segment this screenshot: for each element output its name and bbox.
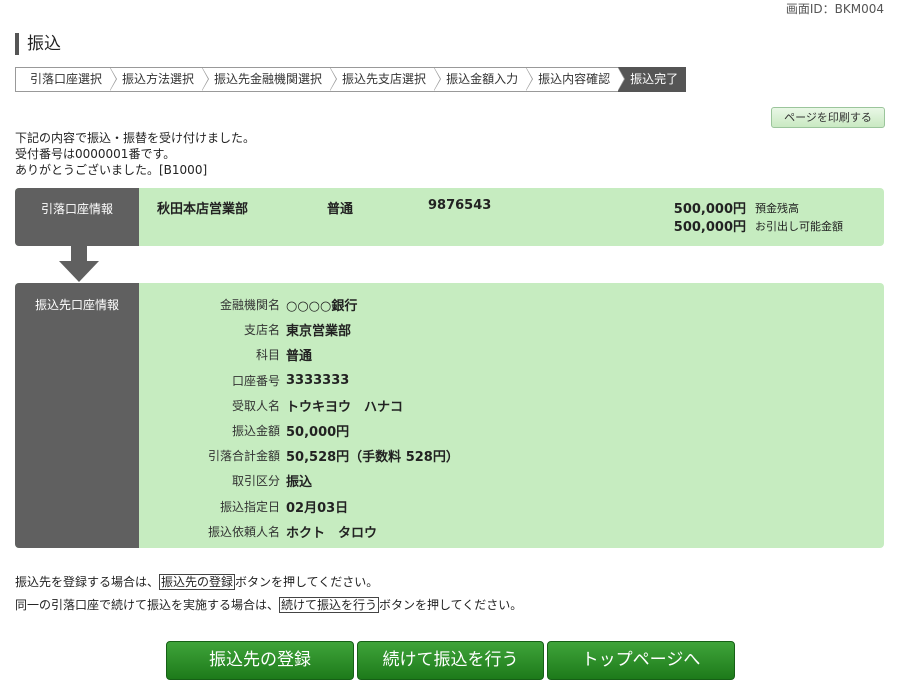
detail-row: 口座番号 3333333 [139, 368, 459, 393]
screen-id: 画面ID：BKM004 [785, 2, 884, 16]
message-line-2: 受付番号は0000001番です。 [15, 147, 176, 161]
source-balance: 500,000円 [673, 202, 746, 217]
detail-value: 02月03日 [286, 500, 349, 516]
detail-label: 支店名 [243, 323, 280, 338]
detail-row: 取引区分 振込 [139, 468, 459, 493]
detail-value: 3333333 [286, 372, 350, 388]
step-1: 引落口座選択 [15, 67, 118, 92]
dest-details: 金融機関名 ○○○○銀行 支店名 東京営業部 科目 普通 口座番号 3333333 受取… [139, 292, 459, 544]
step-7-current: 振込完了 [618, 67, 687, 92]
step-2: 振込方法選択 [110, 67, 210, 92]
top-page-button[interactable]: トップページへ [547, 641, 735, 680]
detail-row: 引落合計金額 50,528円（手数料 528円） [139, 443, 459, 468]
register-instruction: 振込先を登録する場合は、 振込先の登録 ボタンを押してください。 [15, 573, 378, 591]
source-account-panel: 引落口座情報 秋田本店営業部 普通 9876543 500,000円 預金残高 … [15, 188, 884, 246]
down-arrow-icon [59, 246, 99, 282]
detail-row: 支店名 東京営業部 [139, 317, 459, 342]
detail-label: 取引区分 [231, 474, 280, 489]
print-page-button[interactable]: ページを印刷する [771, 107, 885, 128]
register-instruction-post: ボタンを押してください。 [235, 575, 379, 589]
detail-row: 振込依頼人名 ホクト タロウ [139, 519, 459, 544]
detail-value: 東京営業部 [286, 324, 352, 340]
source-balance-label: 預金残高 [755, 202, 799, 215]
detail-row: 科目 普通 [139, 342, 459, 367]
detail-value: ホクト タロウ [286, 525, 378, 541]
detail-value: 50,528円（手数料 528円） [286, 450, 459, 466]
continue-instruction-post: ボタンを押してください。 [379, 598, 523, 612]
detail-label: 振込指定日 [219, 499, 280, 514]
detail-label: 引落合計金額 [207, 449, 280, 464]
detail-label: 金融機関名 [219, 298, 280, 313]
detail-row: 金融機関名 ○○○○銀行 [139, 292, 459, 317]
detail-row: 振込指定日 02月03日 [139, 494, 459, 519]
page-title: 振込 [15, 33, 61, 55]
completion-message: 下記の内容で振込・振替を受け付けました。 受付番号は0000001番です。 あり… [15, 130, 255, 178]
step-6: 振込内容確認 [526, 67, 626, 92]
detail-value: トウキヨウ ハナコ [286, 399, 404, 415]
detail-value: 50,000円 [286, 425, 350, 441]
continue-instruction-boxed: 続けて振込を行う [279, 597, 380, 613]
continue-instruction: 同一の引落口座で続けて振込を実施する場合は、 続けて振込を行う ボタンを押してくださ… [15, 596, 522, 614]
detail-value: 振込 [286, 475, 313, 491]
continue-transfer-button[interactable]: 続けて振込を行う [357, 641, 544, 680]
source-branch: 秋田本店営業部 [157, 202, 249, 217]
detail-label: 口座番号 [231, 373, 280, 388]
detail-value: 普通 [286, 349, 313, 365]
register-payee-button[interactable]: 振込先の登録 [166, 641, 354, 680]
message-line-3: ありがとうございました。[B1000] [15, 163, 208, 177]
step-5: 振込金額入力 [434, 67, 534, 92]
source-available: 500,000円 [673, 220, 746, 235]
dest-account-heading: 振込先口座情報 [15, 283, 139, 548]
source-account-number: 9876543 [428, 198, 492, 213]
progress-steps: 引落口座選択 振込方法選択 振込先金融機関選択 振込先支店選択 振込金額入力 振… [15, 67, 687, 92]
detail-row: 受取人名 トウキヨウ ハナコ [139, 393, 459, 418]
source-account-heading: 引落口座情報 [15, 188, 139, 246]
detail-label: 科目 [255, 348, 280, 363]
register-instruction-pre: 振込先を登録する場合は、 [15, 575, 160, 589]
register-instruction-boxed: 振込先の登録 [159, 574, 236, 590]
source-available-label: お引出し可能金額 [755, 220, 843, 233]
source-account-type: 普通 [327, 202, 354, 217]
detail-label: 受取人名 [231, 398, 280, 413]
detail-row: 振込金額 50,000円 [139, 418, 459, 443]
message-line-1: 下記の内容で振込・振替を受け付けました。 [15, 131, 256, 145]
continue-instruction-pre: 同一の引落口座で続けて振込を実施する場合は、 [15, 598, 280, 612]
detail-value: ○○○○銀行 [286, 299, 358, 315]
step-4: 振込先支店選択 [330, 67, 442, 92]
dest-account-panel: 振込先口座情報 金融機関名 ○○○○銀行 支店名 東京営業部 科目 普通 口座番号 33… [15, 283, 884, 548]
detail-label: 振込依頼人名 [207, 524, 280, 539]
step-3: 振込先金融機関選択 [202, 67, 338, 92]
detail-label: 振込金額 [231, 424, 280, 439]
